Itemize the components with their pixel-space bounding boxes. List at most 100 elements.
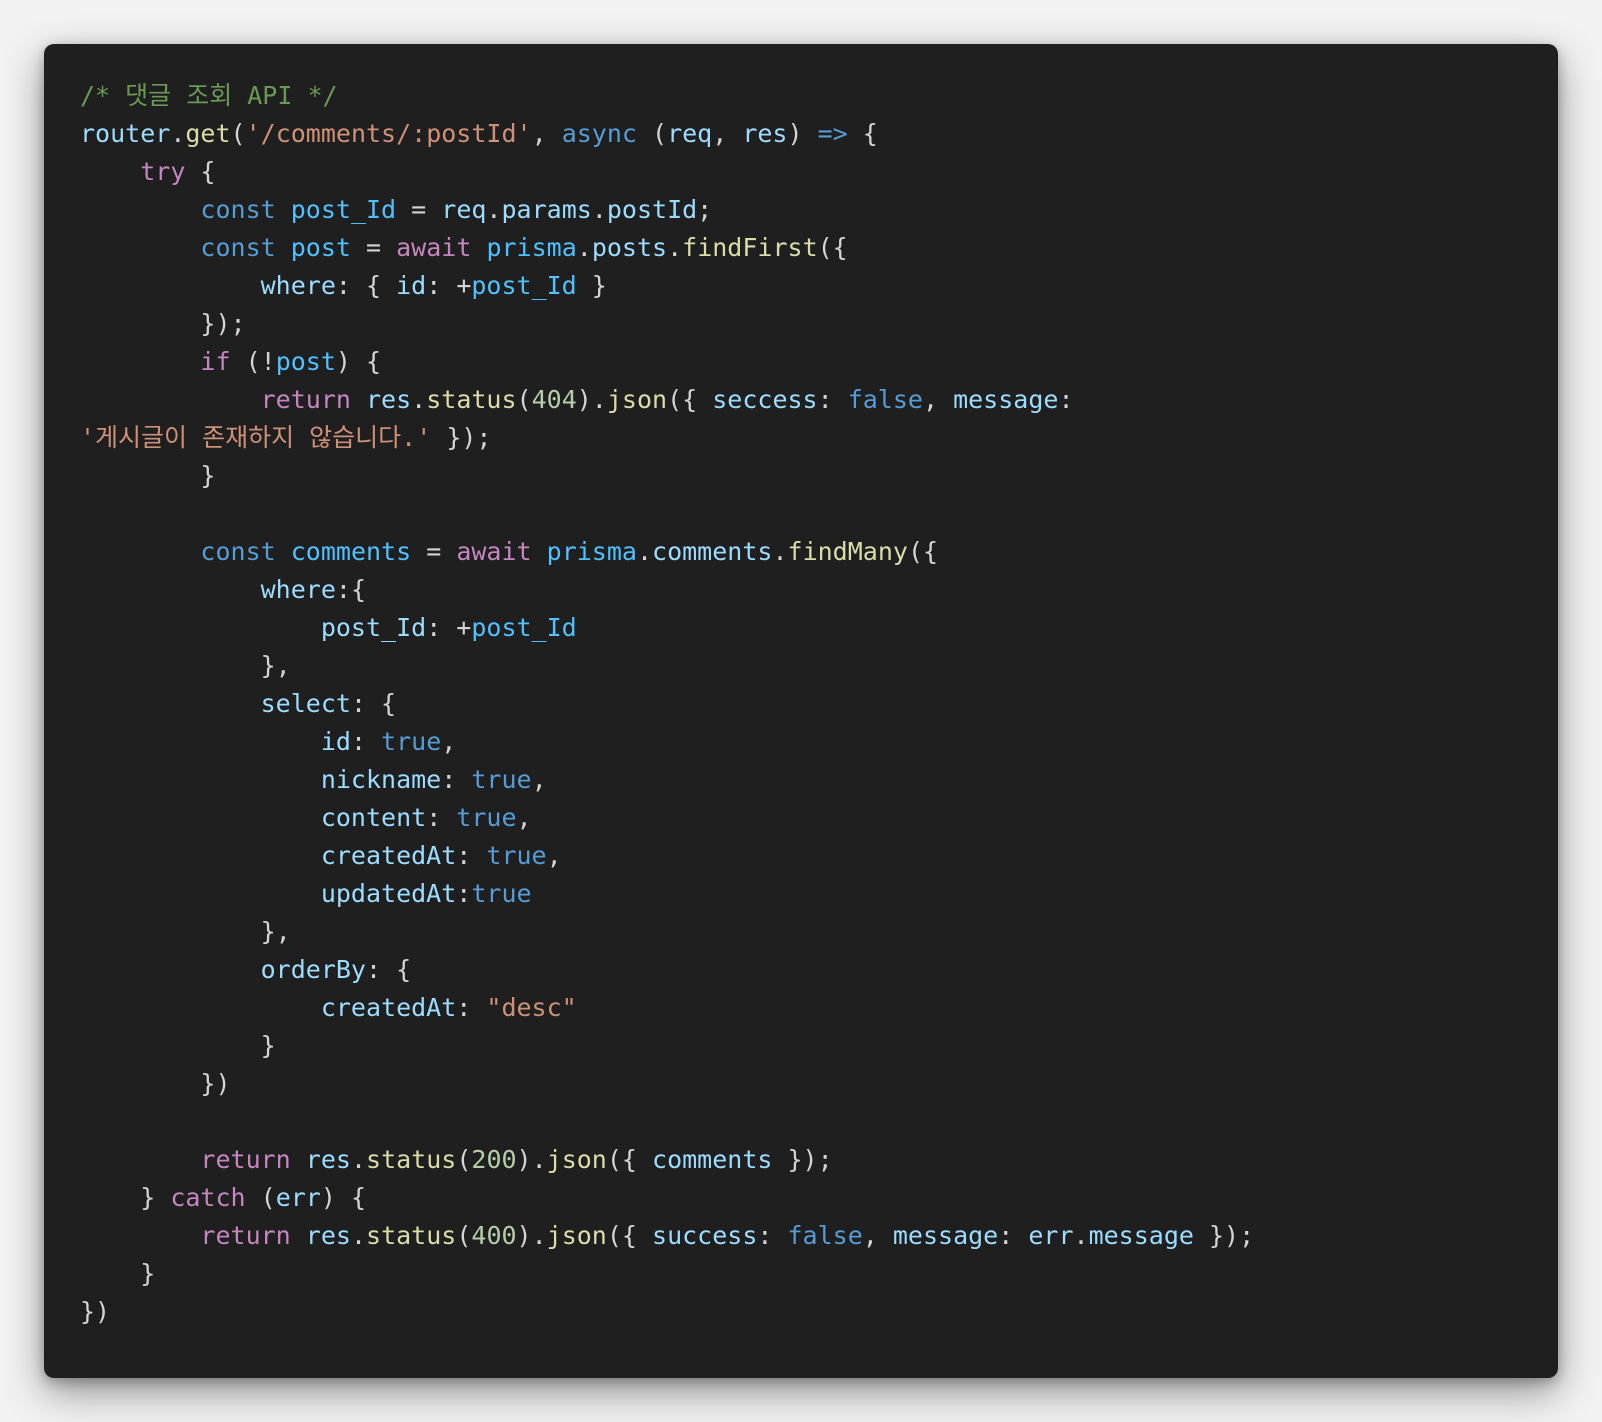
code-token-pun: . (591, 195, 607, 224)
code-token-pun: , (531, 119, 562, 148)
code-token-pun: : { (350, 689, 397, 718)
code-token-pun: }) (80, 1069, 231, 1098)
code-token-pun: . (170, 119, 186, 148)
code-token-con: post (290, 233, 351, 262)
code-token-pun (80, 879, 321, 908)
code-token-pun (80, 1145, 200, 1174)
code-token-pun: ). (576, 385, 607, 414)
code-token-pun: = (396, 195, 442, 224)
code-token-var: comments (652, 1145, 773, 1174)
code-token-pun (80, 727, 321, 756)
code-token-pun: }); (772, 1145, 833, 1174)
code-line: return res.status(404).json({ seccess: f… (80, 381, 1538, 419)
code-token-pun: ) { (335, 347, 382, 376)
code-line: '게시글이 존재하지 않습니다.' }); (80, 419, 1538, 457)
code-token-pun (80, 385, 261, 414)
code-token-pun: ({ (667, 385, 713, 414)
code-token-pun (80, 803, 321, 832)
code-token-con: post (275, 347, 336, 376)
code-line: where: { id: +post_Id } (80, 267, 1538, 305)
code-token-var: res (305, 1145, 351, 1174)
code-token-fn: get (185, 119, 231, 148)
code-line: }) (80, 1293, 1538, 1331)
code-line: } (80, 1027, 1538, 1065)
code-token-var: orderBy (260, 955, 366, 984)
code-line: orderBy: { (80, 951, 1538, 989)
code-token-num: 404 (531, 385, 577, 414)
code-token-pun (80, 689, 261, 718)
code-token-ctl: if (200, 347, 231, 376)
code-token-fn: json (606, 385, 668, 414)
code-token-var: createdAt (320, 841, 457, 870)
code-token-pun: , (516, 803, 532, 832)
code-line: }, (80, 647, 1538, 685)
code-token-pun: ( (245, 1183, 276, 1212)
code-token-str: '게시글이 존재하지 않습니다.' (80, 423, 432, 452)
code-token-kw: true (381, 727, 442, 756)
code-token-pun: , (546, 841, 562, 870)
code-token-con: post_Id (290, 195, 397, 224)
code-token-pun: ( (456, 1221, 472, 1250)
code-token-pun: : { (365, 955, 412, 984)
code-line: } catch (err) { (80, 1179, 1538, 1217)
code-token-var: req (441, 195, 487, 224)
code-token-pun: (! (230, 347, 276, 376)
code-token-kw: false (787, 1221, 863, 1250)
code-token-pun: }); (431, 423, 492, 452)
code-token-pun: ( (456, 1145, 472, 1174)
code-line: }, (80, 913, 1538, 951)
code-token-str: "desc" (486, 993, 577, 1022)
code-token-kw: true (471, 765, 532, 794)
code-token-pun: : (456, 993, 487, 1022)
code-token-var: err (1028, 1221, 1074, 1250)
code-token-kw: => (817, 119, 848, 148)
code-token-ctl: await (396, 233, 472, 262)
code-line: } (80, 457, 1538, 495)
code-line: post_Id: +post_Id (80, 609, 1538, 647)
code-token-var: content (320, 803, 427, 832)
code-token-pun: . (350, 1145, 367, 1174)
code-token-kw: true (471, 879, 532, 908)
code-token-pun: }); (1193, 1221, 1255, 1250)
code-token-pun: } (80, 461, 216, 490)
code-token-pun (80, 233, 200, 262)
code-token-var: select (260, 689, 351, 718)
code-token-pun (351, 385, 366, 414)
code-token-fn: status (366, 1221, 457, 1250)
code-token-pun: ( (516, 385, 532, 414)
code-token-ctl: await (456, 537, 532, 566)
code-token-pun: }) (80, 1297, 111, 1326)
code-token-ctl: return (200, 1145, 291, 1174)
code-token-var: posts (591, 233, 668, 262)
code-token-var: router (80, 119, 171, 148)
code-token-pun (276, 537, 291, 566)
code-token-con: prisma (486, 233, 577, 262)
code-token-var: nickname (320, 765, 442, 794)
code-token-fn: findFirst (682, 233, 818, 262)
code-token-var: res (742, 119, 788, 148)
code-token-kw: const (200, 537, 276, 566)
code-token-pun: ( (636, 119, 668, 148)
code-token-pun: :{ (335, 575, 366, 604)
code-token-var: req (667, 119, 713, 148)
code-line: const comments = await prisma.comments.f… (80, 533, 1538, 571)
code-token-con: post_Id (471, 613, 577, 642)
code-token-fn: status (366, 1145, 457, 1174)
code-token-ctl: catch (170, 1183, 246, 1212)
code-token-pun (80, 613, 321, 642)
code-token-num: 200 (471, 1145, 517, 1174)
code-token-var: id (320, 727, 351, 756)
code-token-pun: ({ (907, 537, 939, 566)
code-token-var: where (260, 575, 336, 604)
code-token-var: res (305, 1221, 351, 1250)
code-token-pun (80, 575, 261, 604)
code-token-var: success (652, 1221, 758, 1250)
code-token-pun: . (636, 537, 653, 566)
code-token-pun: , (441, 727, 457, 756)
code-token-pun: { (847, 119, 878, 148)
code-token-pun: : (456, 841, 487, 870)
code-token-ctl: return (200, 1221, 291, 1250)
code-token-pun: . (772, 537, 788, 566)
code-token-pun: { (185, 157, 216, 186)
